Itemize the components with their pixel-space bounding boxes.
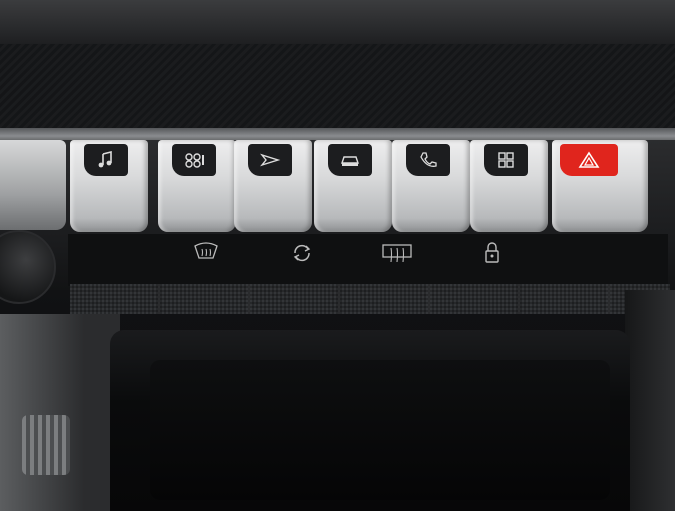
- hazard-warning-icon: [578, 151, 600, 168]
- rear-defrost-icon[interactable]: [380, 240, 414, 266]
- vehicle-toggle-button[interactable]: [314, 140, 392, 232]
- car-center-console-photo: [0, 0, 675, 511]
- floor-pedal: [22, 415, 70, 475]
- dashboard-top: [0, 0, 675, 44]
- climate-fan-icon: [185, 153, 204, 168]
- phone-handset-icon: [420, 152, 437, 167]
- navigation-arrow-icon: [260, 153, 281, 167]
- media-toggle-button[interactable]: [70, 140, 148, 232]
- music-note-icon: [98, 151, 112, 168]
- navigation-toggle-button[interactable]: [234, 140, 312, 232]
- grille-seams: [70, 284, 670, 314]
- apps-toggle-button[interactable]: [470, 140, 548, 232]
- left-trim-cap: [0, 140, 66, 230]
- air-recirculation-icon[interactable]: [288, 240, 316, 266]
- hazard-toggle-button[interactable]: [552, 140, 648, 232]
- windshield-defrost-icon[interactable]: [192, 240, 220, 266]
- secondary-icon-strip: [68, 234, 668, 286]
- car-settings-icon: [341, 156, 359, 166]
- door-lock-icon[interactable]: [478, 240, 506, 266]
- phone-toggle-button[interactable]: [392, 140, 470, 232]
- climate-toggle-button[interactable]: [158, 140, 236, 232]
- left-console-side: [0, 314, 120, 511]
- right-console-side: [625, 290, 675, 511]
- dashboard-trim-panel: [0, 44, 675, 134]
- apps-grid-icon: [498, 152, 514, 168]
- storage-tray-inner: [150, 360, 610, 500]
